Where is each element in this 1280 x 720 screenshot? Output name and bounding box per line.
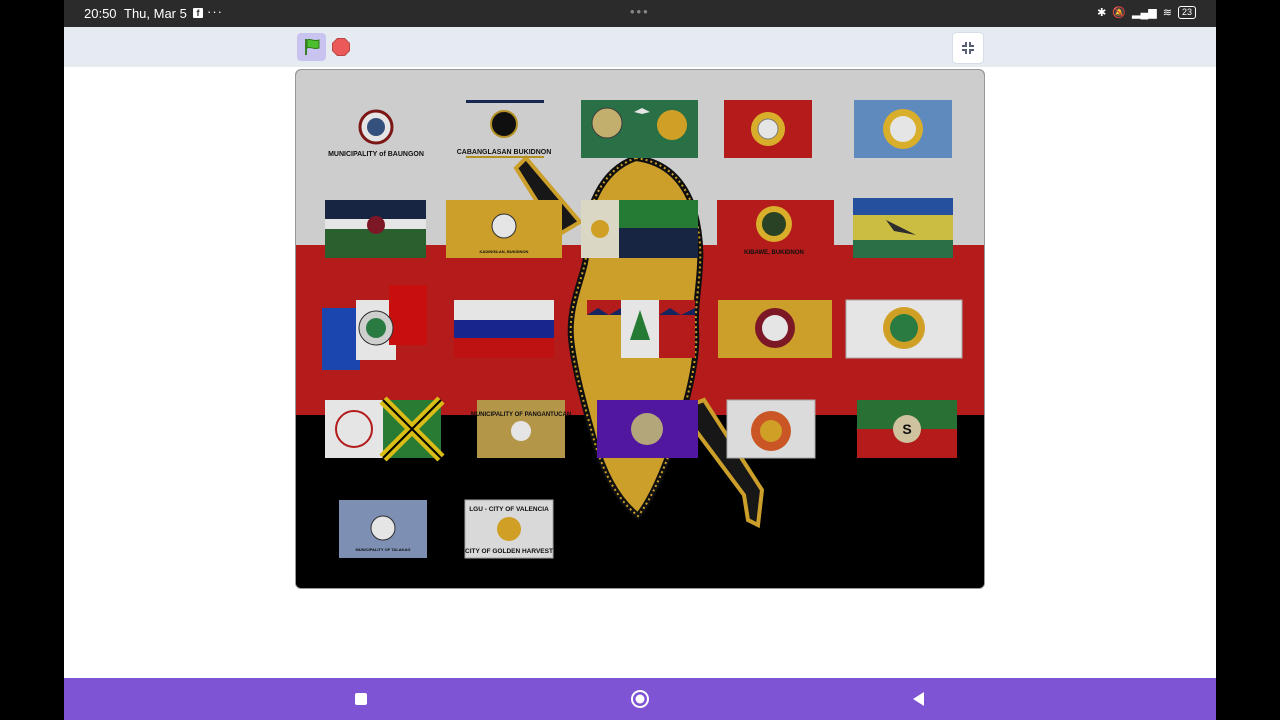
bluetooth-icon: ✱: [1097, 7, 1107, 19]
stop-button[interactable]: [332, 38, 350, 56]
drag-handle[interactable]: •••: [630, 4, 650, 19]
stage-toolbar: [64, 27, 1216, 67]
recents-button[interactable]: [350, 688, 372, 710]
more-notifications: ···: [207, 4, 223, 19]
exit-fullscreen-icon: [962, 42, 974, 54]
recents-square-icon: [355, 693, 367, 705]
back-button[interactable]: [908, 688, 930, 710]
green-flag-button[interactable]: [297, 33, 326, 61]
wifi-icon: ≋: [1162, 7, 1172, 19]
mute-icon: 🔕: [1112, 7, 1127, 19]
status-time: 20:50: [84, 6, 117, 21]
android-nav-bar: [64, 678, 1216, 720]
facebook-icon: f: [193, 8, 203, 18]
status-icons: ✱ 🔕 ▂▄▆ ≋ 23: [1097, 6, 1196, 19]
project-stage[interactable]: MUNICIPALITY of BAUNGON CABANGLASAN BUKI…: [295, 69, 985, 589]
status-date: Thu, Mar 5: [124, 6, 187, 21]
status-bar: 20:50 Thu, Mar 5 f ··· ••• ✱ 🔕 ▂▄▆ ≋ 23: [64, 0, 1216, 27]
stage-dim-overlay: [296, 70, 984, 588]
stop-sign-icon: [332, 38, 350, 56]
green-flag-icon: [304, 38, 319, 55]
home-button[interactable]: [629, 688, 651, 710]
back-triangle-icon: [913, 692, 924, 706]
battery-level: 23: [1177, 6, 1196, 19]
home-circle-icon: [631, 690, 649, 708]
app-frame: 20:50 Thu, Mar 5 f ··· ••• ✱ 🔕 ▂▄▆ ≋ 23: [64, 0, 1216, 720]
signal-icon: ▂▄▆: [1132, 7, 1157, 19]
exit-fullscreen-button[interactable]: [952, 32, 984, 64]
stage-canvas: MUNICIPALITY of BAUNGON CABANGLASAN BUKI…: [296, 70, 984, 588]
